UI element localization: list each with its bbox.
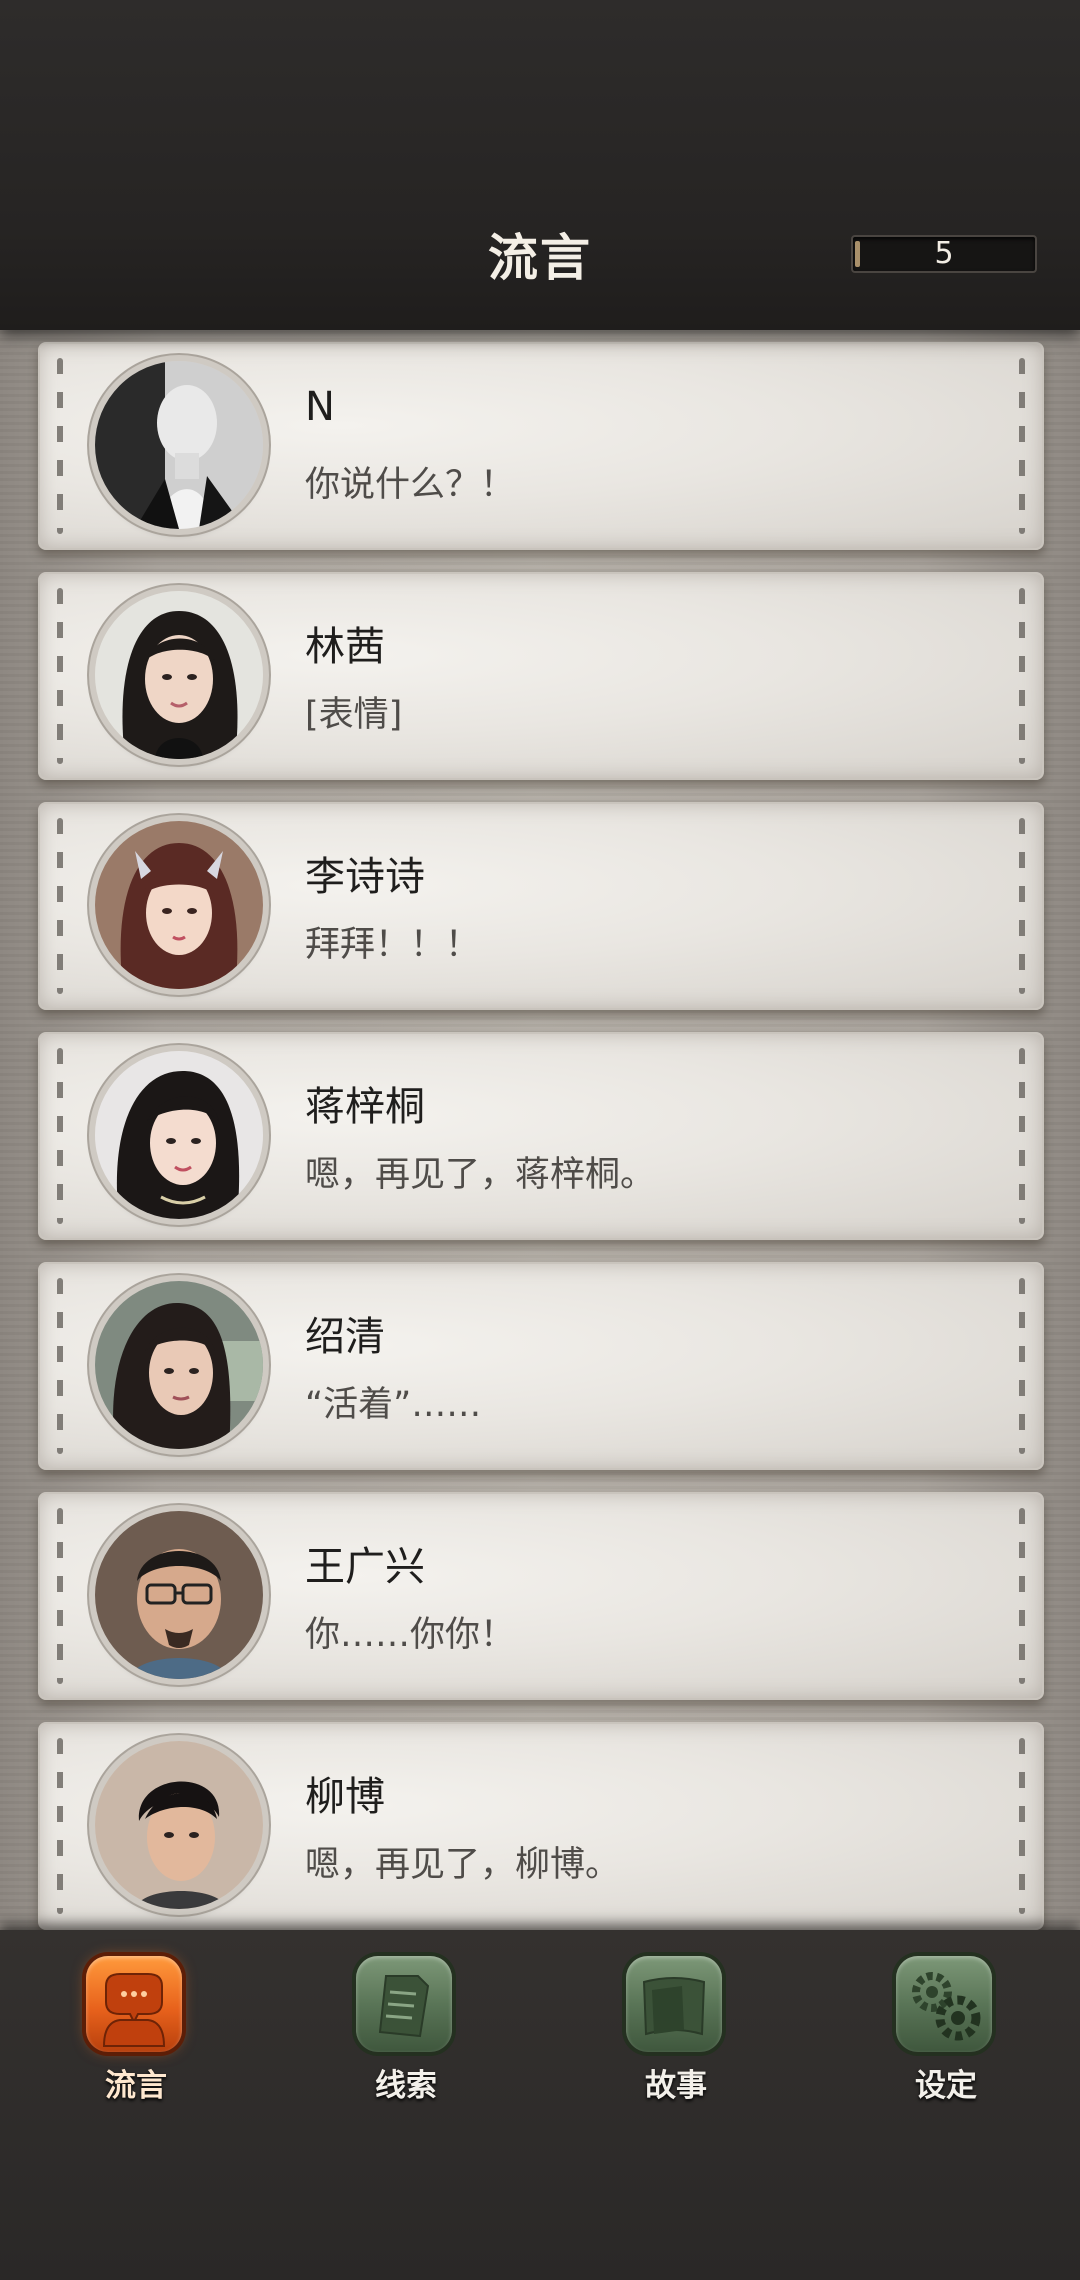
rumor-counter: 5 — [851, 235, 1037, 273]
contact-name: 王广兴 — [305, 1544, 425, 1590]
avatar-jiangzitong-image — [95, 1051, 263, 1219]
contact-list[interactable]: N 你说什么？！ 林茜 [表情] 李诗诗 拜拜！！！ 蒋梓桐 嗯，再见了，蒋梓桐… — [0, 330, 1080, 1930]
tab-story[interactable]: 故事 — [606, 1956, 746, 2106]
last-message: 嗯，再见了，蒋梓桐。 — [305, 1155, 656, 1195]
tab-label: 故事 — [645, 2068, 707, 2104]
gear-icon — [896, 1956, 992, 2052]
avatar — [95, 1051, 263, 1219]
card-stitch-right — [1019, 1278, 1025, 1454]
card-stitch-right — [1019, 358, 1025, 534]
card-stitch-right — [1019, 588, 1025, 764]
avatar-shaoqing-image — [95, 1281, 263, 1449]
avatar — [95, 1511, 263, 1679]
card-stitch-left — [57, 818, 63, 994]
contact-name: N — [305, 384, 335, 430]
card-stitch-left — [57, 1508, 63, 1684]
contact-card[interactable]: 王广兴 你……你你！ — [38, 1492, 1044, 1700]
avatar — [95, 821, 263, 989]
last-message: 嗯，再见了，柳博。 — [305, 1845, 621, 1885]
tab-clues[interactable]: 线索 — [336, 1956, 476, 2106]
card-stitch-left — [57, 358, 63, 534]
card-stitch-right — [1019, 1508, 1025, 1684]
avatar — [95, 1741, 263, 1909]
contact-name: 绍清 — [305, 1314, 385, 1360]
contact-card[interactable]: 绍清 “活着”…… — [38, 1262, 1044, 1470]
contact-name: 李诗诗 — [305, 854, 425, 900]
avatar-lishishi-image — [95, 821, 263, 989]
counter-progress-fill — [855, 241, 860, 267]
card-stitch-right — [1019, 1738, 1025, 1914]
chat-bubble-icon — [86, 1956, 182, 2052]
card-stitch-right — [1019, 818, 1025, 994]
avatar — [95, 591, 263, 759]
last-message: “活着”…… — [305, 1385, 482, 1425]
book-icon — [626, 1956, 722, 2052]
contact-card[interactable]: 李诗诗 拜拜！！！ — [38, 802, 1044, 1010]
last-message: 你说什么？！ — [305, 465, 516, 505]
tab-label: 流言 — [105, 2068, 167, 2104]
tab-label: 设定 — [915, 2068, 977, 2104]
tab-rumors[interactable]: 流言 — [66, 1956, 206, 2106]
card-stitch-right — [1019, 1048, 1025, 1224]
card-stitch-left — [57, 1738, 63, 1914]
tab-settings[interactable]: 设定 — [876, 1956, 1016, 2106]
card-stitch-left — [57, 588, 63, 764]
avatar-linxi-image — [95, 591, 263, 759]
avatar — [95, 361, 263, 529]
avatar-n-image — [95, 361, 263, 529]
avatar — [95, 1281, 263, 1449]
contact-card[interactable]: 柳博 嗯，再见了，柳博。 — [38, 1722, 1044, 1930]
contact-card[interactable]: 林茜 [表情] — [38, 572, 1044, 780]
last-message: 拜拜！！！ — [305, 925, 481, 965]
last-message: [表情] — [305, 695, 403, 735]
contact-name: 蒋梓桐 — [305, 1084, 425, 1130]
avatar-liubo-image — [95, 1741, 263, 1909]
counter-value: 5 — [934, 236, 954, 271]
contact-name: 柳博 — [305, 1774, 385, 1820]
contact-name: 林茜 — [305, 624, 385, 670]
card-stitch-left — [57, 1278, 63, 1454]
contact-card[interactable]: 蒋梓桐 嗯，再见了，蒋梓桐。 — [38, 1032, 1044, 1240]
document-icon — [356, 1956, 452, 2052]
top-bar: 流言 5 — [0, 0, 1080, 330]
tab-label: 线索 — [375, 2068, 437, 2104]
contact-card[interactable]: N 你说什么？！ — [38, 342, 1044, 550]
card-stitch-left — [57, 1048, 63, 1224]
avatar-wangguangxing-image — [95, 1511, 263, 1679]
bottom-nav: 流言 线索 故事 设定 — [0, 1930, 1080, 2280]
last-message: 你……你你！ — [305, 1615, 516, 1655]
